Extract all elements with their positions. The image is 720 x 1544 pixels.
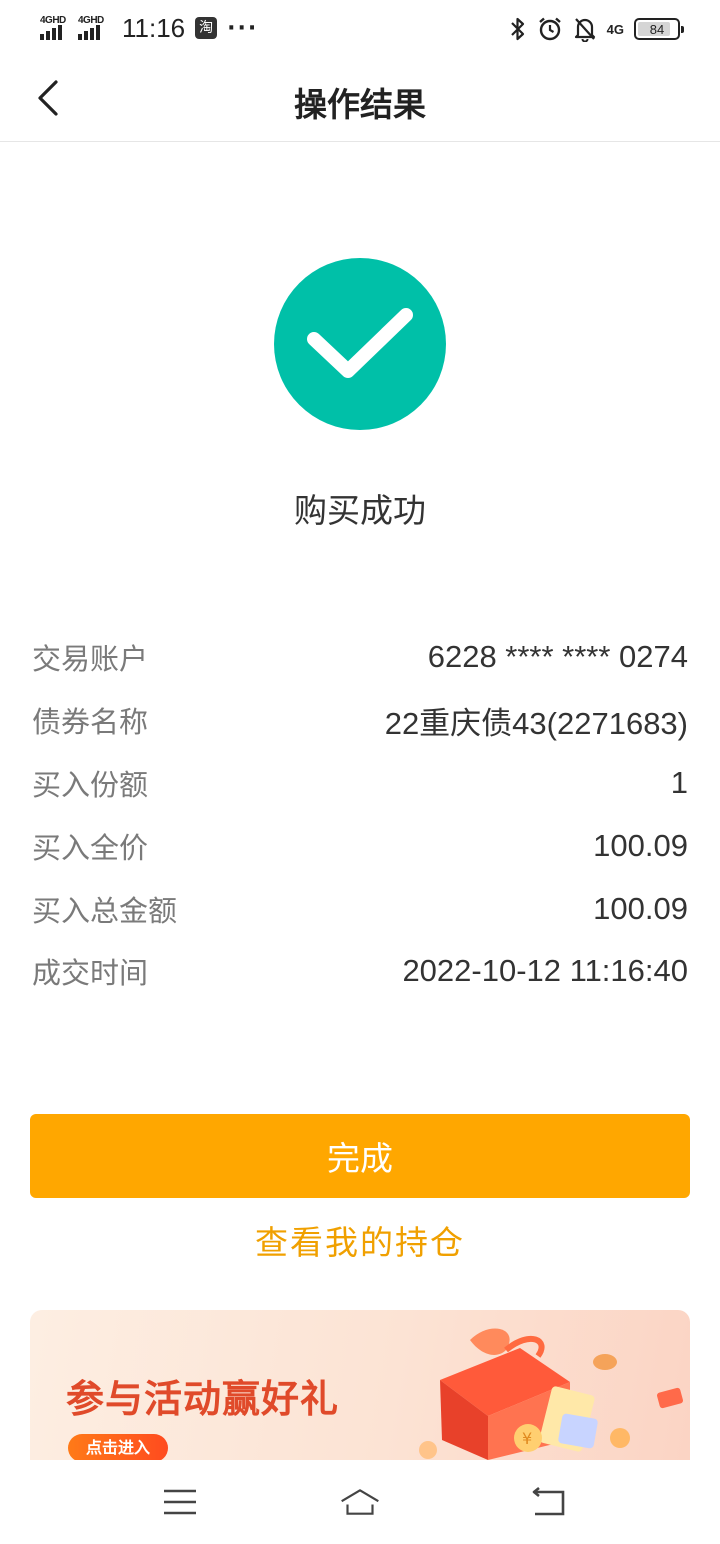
mute-bell-icon: [574, 18, 595, 42]
page-title: 操作结果: [294, 85, 426, 124]
check-icon: [307, 308, 413, 378]
done-button[interactable]: 完成: [30, 1114, 690, 1198]
home-icon: [341, 1489, 379, 1515]
detail-label: 成交时间: [32, 956, 149, 991]
home-button[interactable]: [340, 1482, 380, 1522]
more-notifications-icon: ···: [227, 15, 259, 41]
status-right: 4G 84: [509, 14, 684, 44]
menu-button[interactable]: [160, 1482, 200, 1522]
detail-row-quantity: 买入份额 1: [32, 752, 688, 815]
detail-label: 交易账户: [32, 642, 149, 677]
promo-title: 参与活动赢好礼: [66, 1377, 340, 1421]
signal-icon-2: 4GHD: [78, 13, 112, 43]
battery-level: 84: [649, 21, 665, 37]
detail-row-trade-time: 成交时间 2022-10-12 11:16:40: [32, 940, 688, 1003]
signal-icon-1: 4GHD: [40, 13, 74, 43]
detail-value: 6228 **** **** 0274: [427, 639, 688, 675]
detail-label: 买入份额: [32, 767, 149, 802]
detail-row-full-price: 买入全价 100.09: [32, 814, 688, 877]
detail-label: 买入全价: [32, 830, 149, 865]
alarm-icon: [538, 17, 561, 41]
back-icon: [532, 1486, 565, 1516]
system-nav-bar: [0, 1460, 720, 1544]
promo-enter-button[interactable]: 点击进入: [68, 1434, 169, 1460]
back-nav-button[interactable]: [528, 1482, 568, 1522]
success-icon: [274, 258, 446, 430]
battery-icon: 84: [634, 18, 684, 40]
detail-value: 100.09: [593, 827, 688, 863]
status-bar: 4GHD 4GHD 11:16 淘 ··· 4G 84: [0, 0, 720, 56]
status-left: 4GHD 4GHD 11:16 淘 ···: [40, 10, 258, 46]
detail-row-account: 交易账户 6228 **** **** 0274: [32, 626, 688, 689]
promo-banner[interactable]: 参与活动赢好礼 点击进入 ¥: [30, 1310, 690, 1460]
detail-row-total-amount: 买入总金额 100.09: [32, 877, 688, 940]
taobao-icon: 淘: [195, 17, 218, 39]
detail-label: 买入总金额: [32, 893, 178, 928]
gift-box-icon: ¥: [419, 1328, 683, 1460]
detail-value: 2022-10-12 11:16:40: [402, 953, 688, 989]
success-message: 购买成功: [294, 491, 426, 530]
view-holdings-link[interactable]: 查看我的持仓: [0, 1216, 720, 1264]
svg-text:¥: ¥: [522, 1429, 532, 1448]
nav-bar: 操作结果: [0, 56, 720, 142]
status-time: 11:16: [122, 12, 186, 43]
menu-icon: [164, 1489, 196, 1515]
bluetooth-icon: [510, 17, 524, 41]
order-details: 交易账户 6228 **** **** 0274 债券名称 22重庆债43(22…: [32, 626, 688, 1003]
detail-label: 债券名称: [32, 705, 149, 740]
detail-row-bond-name: 债券名称 22重庆债43(2271683): [32, 689, 688, 752]
detail-value: 1: [670, 764, 688, 800]
detail-value: 22重庆债43(2271683): [384, 705, 688, 741]
detail-value: 100.09: [593, 890, 688, 926]
network-type: 4G: [606, 21, 624, 37]
